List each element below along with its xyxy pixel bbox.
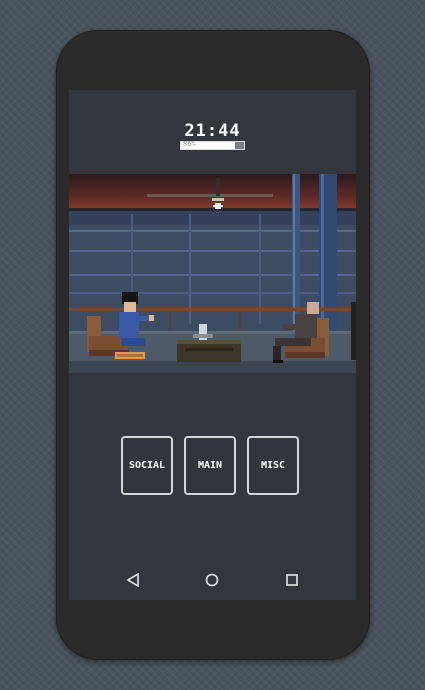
home-circle-icon[interactable] <box>202 570 222 590</box>
energy-bar-label: 86% <box>183 140 196 148</box>
ceiling-fan-blades <box>147 194 273 197</box>
recents-square-icon[interactable] <box>282 570 302 590</box>
ceiling <box>69 174 356 210</box>
social-button[interactable]: SOCIAL <box>121 436 173 495</box>
npc-character[interactable] <box>307 302 319 314</box>
scene-art <box>69 174 356 373</box>
system-nav-bar <box>69 570 356 590</box>
back-triangle-icon[interactable] <box>123 570 143 590</box>
misc-button[interactable]: MISC <box>247 436 299 495</box>
energy-bar: 86% <box>180 140 245 150</box>
main-button[interactable]: MAIN <box>184 436 236 495</box>
game-screen: 21:44 86% SOCIAL MAIN MISC <box>69 90 356 600</box>
game-scene[interactable] <box>69 174 356 373</box>
game-clock: 21:44 <box>184 121 241 141</box>
